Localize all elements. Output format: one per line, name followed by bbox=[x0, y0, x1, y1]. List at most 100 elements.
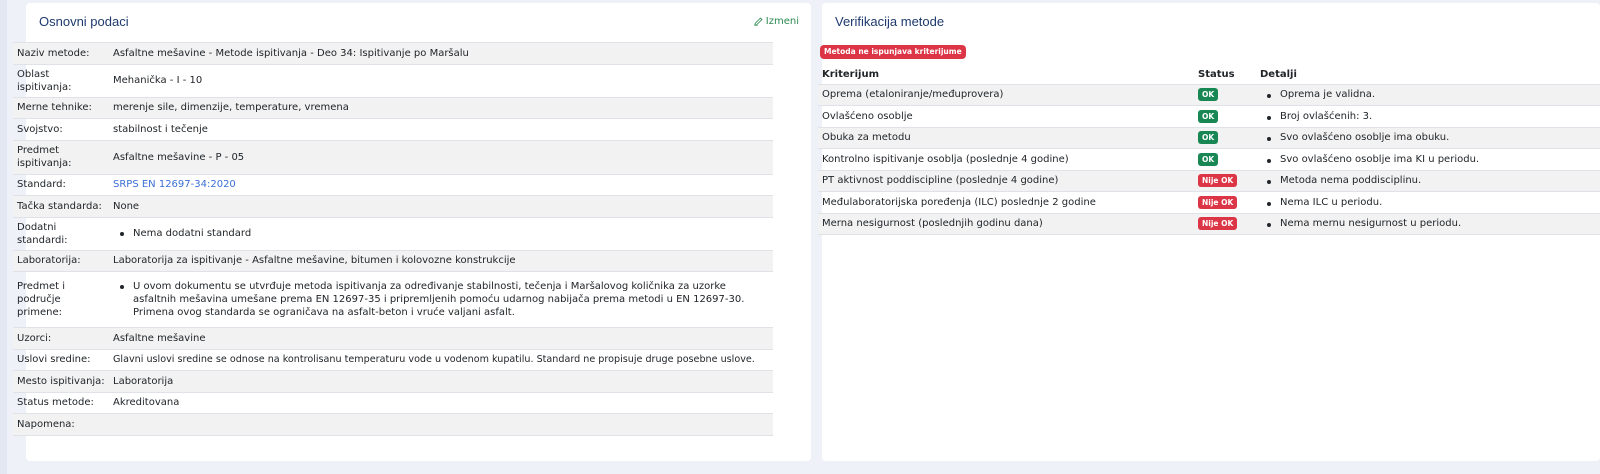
row-value: stabilnost i tečenje bbox=[109, 118, 773, 140]
table-row: Laboratorija: Laboratorija za ispitivanj… bbox=[13, 249, 773, 272]
table-row: Oblast ispitivanja: Mehanička - I - 10 bbox=[13, 63, 773, 97]
table-row: Uslovi sredine: Glavni uslovi sredine se… bbox=[13, 348, 773, 371]
row-value: Glavni uslovi sredine se odnose na kontr… bbox=[109, 348, 773, 371]
status-cell: Nije OK bbox=[1194, 169, 1256, 192]
table-row: Dodatni standardi: Nema dodatni standard bbox=[13, 216, 773, 250]
row-label: Tačka standarda: bbox=[13, 195, 109, 217]
status-cell: OK bbox=[1194, 83, 1256, 106]
header-criterion: Kriterijum bbox=[822, 68, 879, 80]
status-badge: OK bbox=[1198, 131, 1219, 145]
row-value: SRPS EN 12697-34:2020 bbox=[109, 173, 773, 196]
table-row: PT aktivnost poddiscipline (poslednje 4 … bbox=[818, 169, 1600, 192]
row-label: Oblast ispitivanja: bbox=[13, 63, 109, 97]
criterion-cell: Obuka za metodu bbox=[818, 126, 1194, 149]
table-row: Standard: SRPS EN 12697-34:2020 bbox=[13, 173, 773, 196]
criterion-cell: Merna nesigurnost (poslednjih godinu dan… bbox=[818, 212, 1194, 235]
status-cell: Nije OK bbox=[1194, 191, 1256, 213]
status-cell: OK bbox=[1194, 105, 1256, 127]
list-item: Nema ILC u periodu. bbox=[1260, 197, 1596, 208]
row-value bbox=[109, 413, 773, 436]
table-row: Status metode: Akreditovana bbox=[13, 391, 773, 414]
row-value: Asfaltne mešavine bbox=[109, 327, 773, 349]
page-left-strip bbox=[0, 0, 7, 474]
verification-table: Kriterijum Status Detalji Oprema (etalon… bbox=[818, 65, 1600, 235]
row-label: Status metode: bbox=[13, 391, 109, 414]
criterion-cell: Međulaboratorijska poređenja (ILC) posle… bbox=[818, 191, 1194, 213]
table-row: Obuka za metodu OK Svo ovlašćeno osoblje… bbox=[818, 126, 1600, 149]
status-badge: Nije OK bbox=[1198, 195, 1238, 209]
detail-cell: Nema mernu nesigurnost u periodu. bbox=[1256, 212, 1600, 235]
row-label: Uslovi sredine: bbox=[13, 348, 109, 371]
table-row: Naziv metode: Asfaltne mešavine - Metode… bbox=[13, 42, 773, 64]
edit-label: Izmeni bbox=[765, 16, 799, 27]
row-label: Naziv metode: bbox=[13, 42, 109, 64]
status-cell: OK bbox=[1194, 148, 1256, 170]
row-value: Akreditovana bbox=[109, 391, 773, 414]
list-item: Nema mernu nesigurnost u periodu. bbox=[1260, 218, 1596, 229]
list-item: Svo ovlašćeno osoblje ima KI u periodu. bbox=[1260, 154, 1596, 165]
status-badge: Nije OK bbox=[1198, 217, 1238, 231]
table-row: Predmet i područje primene: U ovom dokum… bbox=[13, 271, 773, 328]
detail-cell: Broj ovlašćenih: 3. bbox=[1256, 105, 1600, 127]
row-value: Asfaltne mešavine - P - 05 bbox=[109, 139, 773, 174]
detail-cell: Svo ovlašćeno osoblje ima obuku. bbox=[1256, 126, 1600, 149]
row-value: Mehanička - I - 10 bbox=[109, 63, 773, 97]
table-row: Mesto ispitivanja: Laboratorija bbox=[13, 370, 773, 392]
row-label: Mesto ispitivanja: bbox=[13, 370, 109, 392]
table-row: Uzorci: Asfaltne mešavine bbox=[13, 327, 773, 349]
detail-cell: Oprema je validna. bbox=[1256, 83, 1600, 106]
row-label: Dodatni standardi: bbox=[13, 216, 109, 250]
row-value: Nema dodatni standard bbox=[109, 216, 773, 250]
row-value: Asfaltne mešavine - Metode ispitivanja -… bbox=[109, 42, 773, 64]
header-details: Detalji bbox=[1260, 68, 1297, 80]
row-value: merenje sile, dimenzije, temperature, vr… bbox=[109, 96, 773, 119]
row-label: Standard: bbox=[13, 173, 109, 196]
table-row: Kontrolno ispitivanje osoblja (poslednje… bbox=[818, 148, 1600, 170]
row-value: Laboratorija bbox=[109, 370, 773, 392]
pencil-icon bbox=[753, 17, 763, 26]
detail-cell: Nema ILC u periodu. bbox=[1256, 191, 1600, 213]
list-item: Svo ovlašćeno osoblje ima obuku. bbox=[1260, 132, 1596, 143]
standard-link[interactable]: SRPS EN 12697-34:2020 bbox=[113, 179, 236, 190]
row-label: Predmet ispitivanja: bbox=[13, 139, 109, 174]
status-badge: OK bbox=[1198, 152, 1219, 166]
row-label: Napomena: bbox=[13, 413, 109, 436]
status-badge: Nije OK bbox=[1198, 174, 1238, 188]
criterion-cell: PT aktivnost poddiscipline (poslednje 4 … bbox=[818, 169, 1194, 192]
table-row: Merna nesigurnost (poslednjih godinu dan… bbox=[818, 212, 1600, 235]
row-label: Merne tehnike: bbox=[13, 96, 109, 119]
row-value: U ovom dokumentu se utvrđuje metoda ispi… bbox=[109, 271, 773, 328]
row-label: Uzorci: bbox=[13, 327, 109, 349]
table-row: Oprema (etaloniranje/međuprovera) OK Opr… bbox=[818, 83, 1600, 106]
verification-title: Verifikacija metode bbox=[835, 14, 945, 29]
table-row: Predmet ispitivanja: Asfaltne mešavine -… bbox=[13, 139, 773, 174]
status-cell: Nije OK bbox=[1194, 212, 1256, 235]
criterion-cell: Oprema (etaloniranje/međuprovera) bbox=[818, 83, 1194, 106]
table-header-row: Kriterijum Status Detalji bbox=[818, 65, 1600, 84]
criteria-warning-badge: Metoda ne ispunjava kriterijume bbox=[820, 45, 966, 59]
row-label: Laboratorija: bbox=[13, 249, 109, 272]
row-label: Predmet i područje primene: bbox=[13, 271, 109, 328]
table-row: Svojstvo: stabilnost i tečenje bbox=[13, 118, 773, 140]
status-cell: OK bbox=[1194, 126, 1256, 149]
edit-button[interactable]: Izmeni bbox=[753, 16, 799, 27]
criterion-cell: Ovlašćeno osoblje bbox=[818, 105, 1194, 127]
detail-cell: Svo ovlašćeno osoblje ima KI u periodu. bbox=[1256, 148, 1600, 170]
row-label: Svojstvo: bbox=[13, 118, 109, 140]
detail-cell: Metoda nema poddisciplinu. bbox=[1256, 169, 1600, 192]
table-row: Napomena: bbox=[13, 413, 773, 436]
list-item: Broj ovlašćenih: 3. bbox=[1260, 111, 1596, 122]
header-status: Status bbox=[1198, 68, 1235, 80]
list-item: Nema dodatni standard bbox=[113, 227, 769, 240]
row-value: None bbox=[109, 195, 773, 217]
criterion-cell: Kontrolno ispitivanje osoblja (poslednje… bbox=[818, 148, 1194, 170]
basic-data-table: Naziv metode: Asfaltne mešavine - Metode… bbox=[13, 42, 773, 436]
table-row: Ovlašćeno osoblje OK Broj ovlašćenih: 3. bbox=[818, 105, 1600, 127]
row-value: Laboratorija za ispitivanje - Asfaltne m… bbox=[109, 249, 773, 272]
list-item: U ovom dokumentu se utvrđuje metoda ispi… bbox=[113, 280, 769, 319]
list-item: Metoda nema poddisciplinu. bbox=[1260, 175, 1596, 186]
list-item: Oprema je validna. bbox=[1260, 89, 1596, 100]
table-row: Međulaboratorijska poređenja (ILC) posle… bbox=[818, 191, 1600, 213]
basic-data-title: Osnovni podaci bbox=[39, 14, 129, 29]
status-badge: OK bbox=[1198, 109, 1219, 123]
